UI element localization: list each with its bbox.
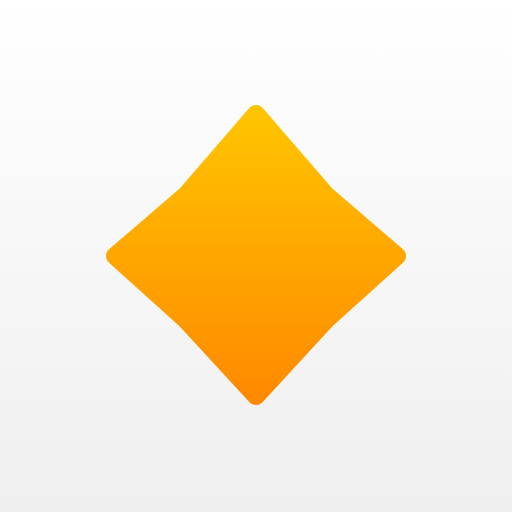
sparkle-shape	[106, 105, 406, 405]
sparkle-icon	[106, 105, 406, 405]
app-icon-tile	[0, 0, 512, 512]
